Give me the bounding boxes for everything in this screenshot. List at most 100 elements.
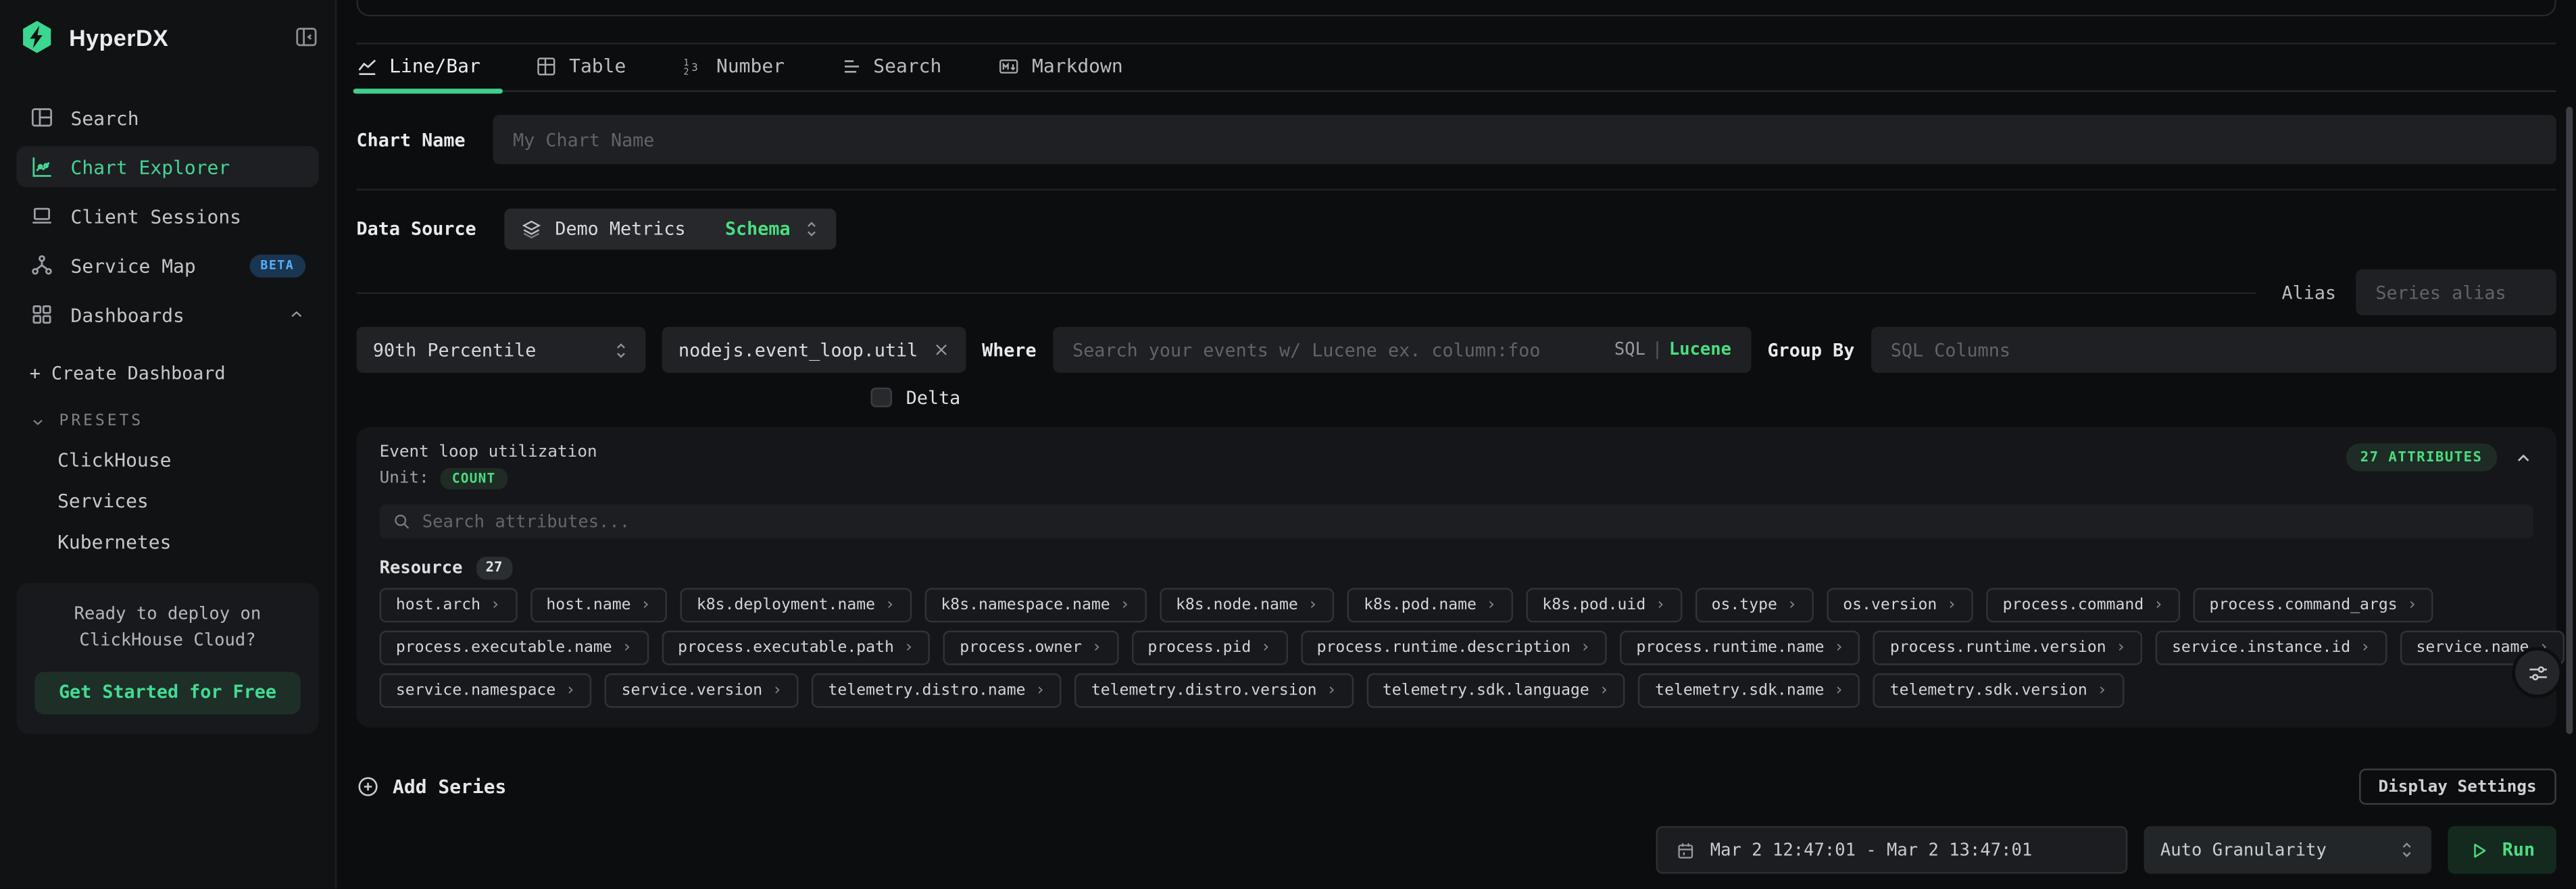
chevron-right-icon: ›: [2407, 597, 2417, 613]
sidebar-item-chart-explorer[interactable]: Chart Explorer: [16, 146, 318, 187]
attribute-chip-label: service.name: [2416, 639, 2529, 657]
attribute-chip[interactable]: telemetry.distro.version›: [1075, 674, 1354, 708]
where-input[interactable]: [1072, 339, 1601, 361]
preset-clickhouse[interactable]: ClickHouse: [16, 449, 318, 472]
service-map-icon: [30, 253, 54, 277]
chart-type-tabs: Line/Bar Table 123 Number Search: [357, 54, 2556, 92]
lucene-option[interactable]: Lucene: [1669, 340, 1731, 359]
attribute-chip-label: telemetry.sdk.name: [1655, 682, 1824, 700]
attribute-chip[interactable]: host.arch›: [380, 588, 517, 622]
chevron-right-icon: ›: [1947, 597, 1957, 613]
attribute-chip[interactable]: process.runtime.description ›: [1300, 631, 1606, 665]
sql-option[interactable]: SQL: [1614, 340, 1645, 359]
data-source-row: Data Source Demo Metrics Schema: [357, 209, 2556, 250]
chevron-right-icon: ›: [1787, 597, 1798, 613]
create-dashboard-link[interactable]: + Create Dashboard: [16, 363, 318, 384]
attribute-chip[interactable]: service.instance.id›: [2156, 631, 2387, 665]
tab-table[interactable]: Table: [536, 54, 626, 90]
attribute-chip[interactable]: service.namespace›: [380, 674, 592, 708]
delta-checkbox[interactable]: [870, 387, 891, 407]
presets-header[interactable]: PRESETS: [16, 412, 318, 430]
chart-name-input[interactable]: [513, 129, 2537, 151]
magnifier-icon: [393, 513, 411, 531]
metric-info: Event loop utilization Unit: COUNT: [380, 443, 597, 489]
attribute-chip[interactable]: process.pid›: [1131, 631, 1287, 665]
filter-floating-button[interactable]: [2512, 647, 2562, 698]
sidebar-item-client-sessions[interactable]: Client Sessions: [16, 195, 318, 236]
attribute-chip[interactable]: process.command_args›: [2193, 588, 2433, 622]
aggregation-select[interactable]: 90th Percentile: [357, 327, 646, 373]
sidebar-item-label: Dashboards: [71, 303, 184, 326]
attribute-chip[interactable]: k8s.pod.uid›: [1526, 588, 1682, 622]
attribute-chip-rows: host.arch› host.name› k8s.deployment.name›…: [380, 588, 2533, 707]
promo-text: Ready to deploy on ClickHouse Cloud?: [34, 603, 301, 655]
chevron-right-icon: ›: [772, 682, 783, 698]
group-by-input[interactable]: [1891, 339, 2537, 361]
attribute-chip-label: process.runtime.description: [1317, 639, 1570, 657]
granularity-select[interactable]: Auto Granularity: [2144, 826, 2431, 874]
chart-name-label: Chart Name: [357, 129, 466, 151]
chart-preview-panel-edge: [357, 0, 2556, 16]
data-source-select[interactable]: Demo Metrics Schema: [504, 209, 837, 250]
preset-services[interactable]: Services: [16, 489, 318, 512]
metric-unit-row: Unit: COUNT: [380, 468, 597, 490]
chevron-up-icon[interactable]: [2514, 447, 2533, 467]
data-source-value: Demo Metrics: [555, 218, 685, 240]
attribute-chip[interactable]: os.version ›: [1827, 588, 1973, 622]
plus-circle-icon: [357, 775, 380, 798]
attribute-chip[interactable]: k8s.namespace.name›: [924, 588, 1146, 622]
metric-chip[interactable]: nodejs.event_loop.util: [662, 327, 966, 373]
attribute-chip[interactable]: process.command›: [1986, 588, 2179, 622]
attribute-chip[interactable]: host.name›: [530, 588, 667, 622]
attribute-search-input[interactable]: [422, 511, 2521, 531]
sidebar-item-service-map[interactable]: Service Map BETA: [16, 245, 318, 286]
attribute-chip[interactable]: process.runtime.version›: [1874, 631, 2143, 665]
attribute-chip[interactable]: service.version›: [605, 674, 798, 708]
attribute-chip[interactable]: process.executable.name›: [380, 631, 649, 665]
sidebar-item-dashboards[interactable]: Dashboards: [16, 294, 318, 335]
display-settings-button[interactable]: Display Settings: [2358, 769, 2556, 805]
attribute-chip-label: process.executable.name: [396, 639, 612, 657]
get-started-button[interactable]: Get Started for Free: [34, 671, 301, 713]
run-controls-row: Mar 2 12:47:01 - Mar 2 13:47:01 Auto Gra…: [357, 826, 2556, 874]
tab-line-bar[interactable]: Line/Bar: [357, 54, 480, 90]
attribute-chip-label: process.owner: [960, 639, 1082, 657]
tab-search[interactable]: Search: [841, 54, 942, 90]
schema-link[interactable]: Schema: [725, 218, 791, 240]
group-by-label: Group By: [1768, 339, 1855, 361]
attribute-chip[interactable]: telemetry.sdk.language›: [1366, 674, 1626, 708]
alias-input[interactable]: [2375, 282, 2536, 303]
scrollbar-thumb[interactable]: [2566, 107, 2573, 734]
attribute-chip[interactable]: process.owner›: [943, 631, 1118, 665]
collapse-sidebar-icon[interactable]: [294, 24, 318, 49]
delta-label: Delta: [906, 387, 961, 409]
tab-number[interactable]: 123 Number: [682, 54, 785, 90]
attribute-chip[interactable]: telemetry.sdk.name›: [1639, 674, 1860, 708]
chevron-right-icon: ›: [1581, 640, 1591, 656]
attribute-chip-label: os.version: [1843, 596, 1937, 614]
chevron-right-icon: ›: [2097, 682, 2107, 698]
attribute-chip[interactable]: telemetry.sdk.version›: [1873, 674, 2123, 708]
line-chart-icon: [357, 55, 378, 76]
attribute-chip[interactable]: k8s.node.name›: [1160, 588, 1335, 622]
dashboards-icon: [30, 302, 54, 326]
toggle-divider: |: [1645, 340, 1669, 359]
close-icon[interactable]: [933, 342, 949, 358]
attribute-chip-label: process.command: [2003, 596, 2144, 614]
attribute-chip[interactable]: k8s.pod.name›: [1347, 588, 1513, 622]
query-language-toggle[interactable]: SQL|Lucene: [1614, 340, 1731, 359]
chevron-right-icon: ›: [566, 682, 576, 698]
preset-kubernetes[interactable]: Kubernetes: [16, 530, 318, 553]
attribute-chip[interactable]: process.executable.path›: [662, 631, 931, 665]
sidebar-nav: Search Chart Explorer Client Sessions Se…: [16, 97, 318, 343]
add-series-button[interactable]: Add Series: [357, 775, 507, 798]
tab-markdown[interactable]: Markdown: [997, 54, 1123, 90]
attribute-chip[interactable]: os.type›: [1695, 588, 1813, 622]
attribute-chip[interactable]: telemetry.distro.name›: [812, 674, 1062, 708]
run-button[interactable]: Run: [2448, 826, 2556, 874]
attribute-chip[interactable]: k8s.deployment.name›: [680, 588, 912, 622]
time-range-picker[interactable]: Mar 2 12:47:01 - Mar 2 13:47:01: [1656, 826, 2128, 874]
attribute-chip[interactable]: process.runtime.name›: [1620, 631, 1860, 665]
sidebar-item-search[interactable]: Search: [16, 97, 318, 138]
chevron-right-icon: ›: [1599, 682, 1609, 698]
